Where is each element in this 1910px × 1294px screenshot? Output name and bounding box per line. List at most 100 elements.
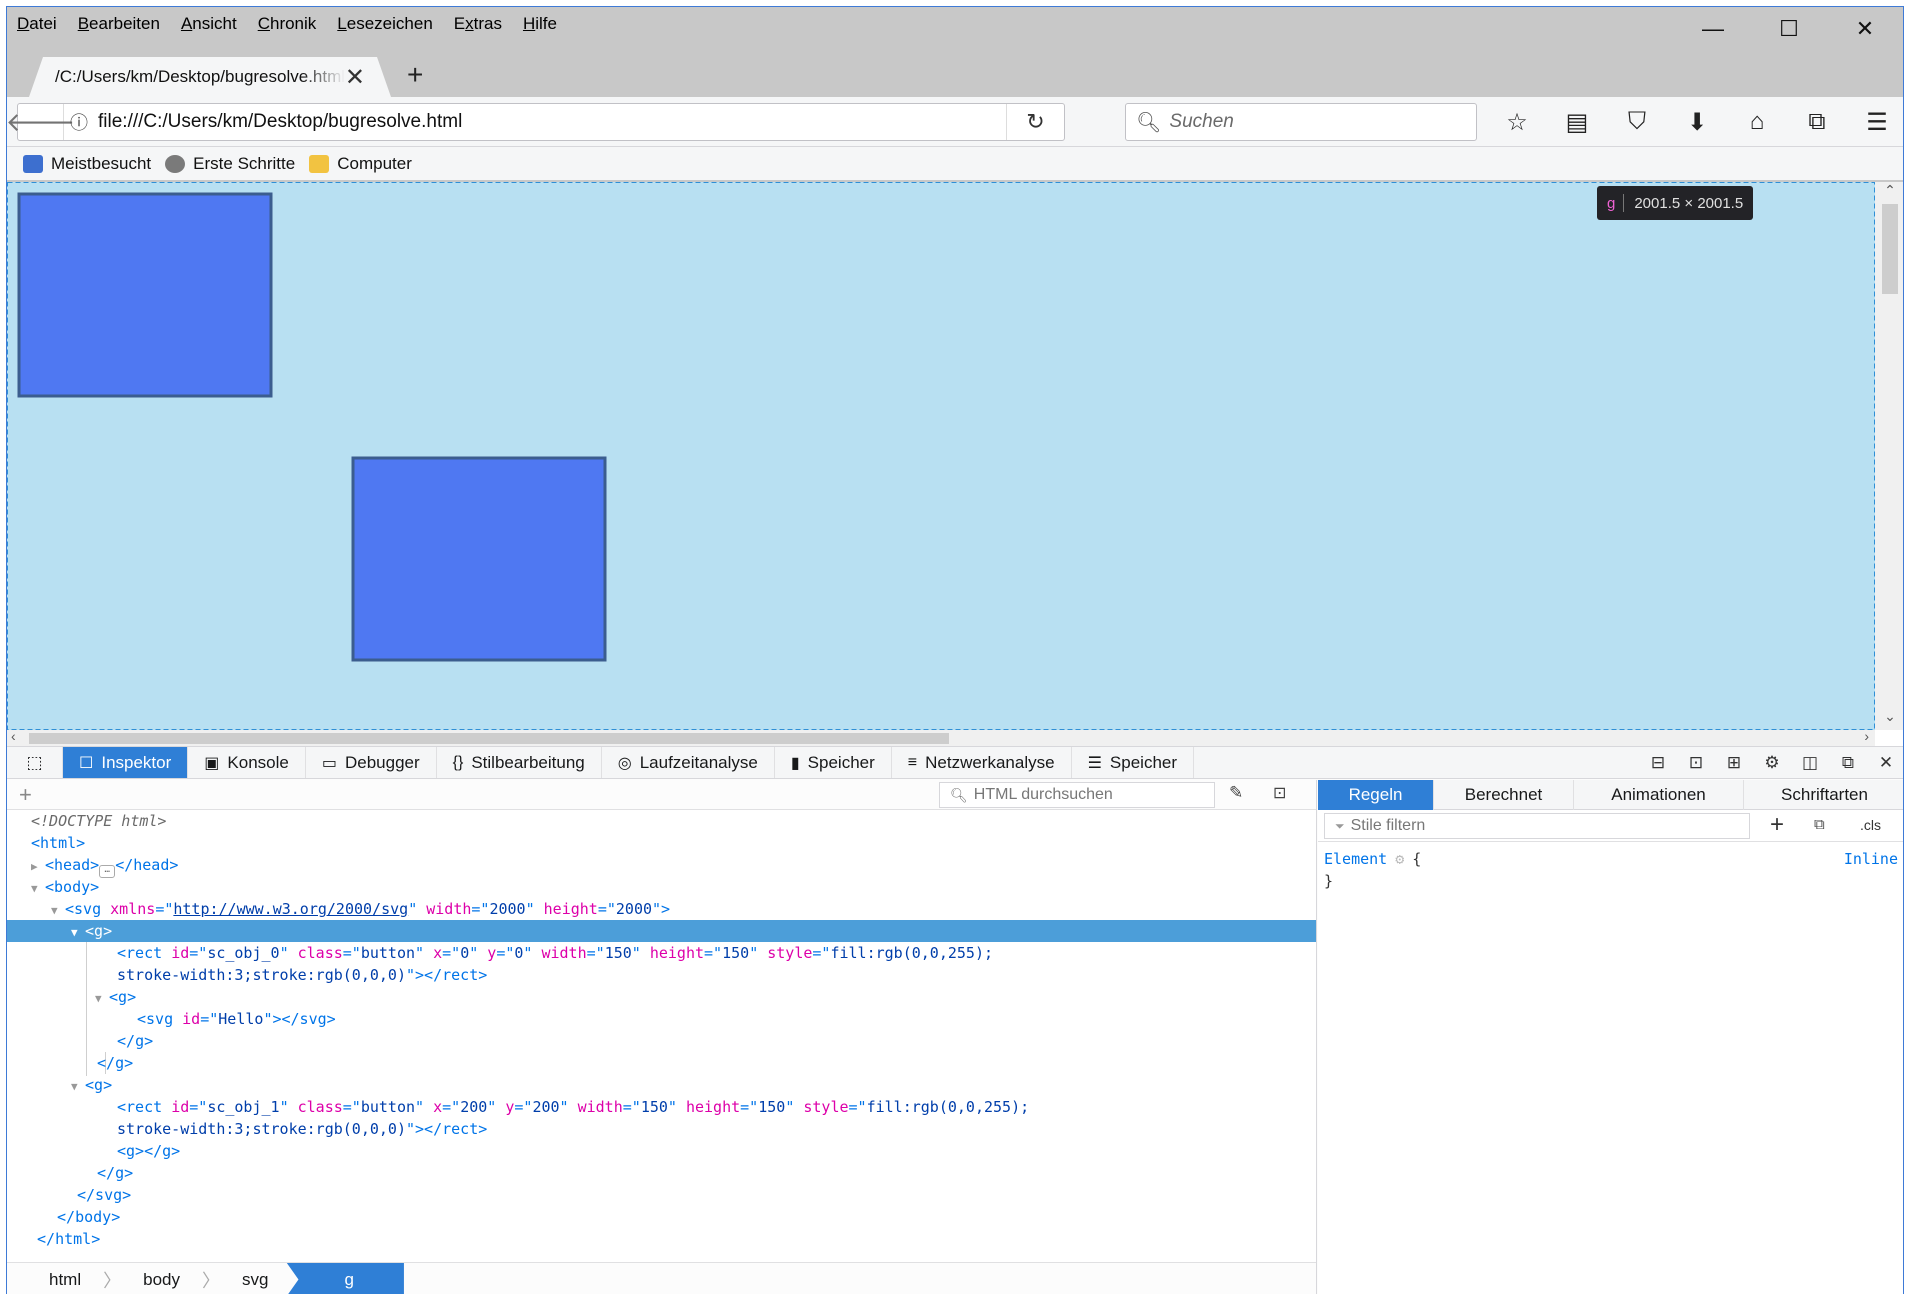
menu-lesezeichen[interactable]: Lesezeichen [337, 14, 432, 34]
menu-extras[interactable]: Extras [454, 14, 502, 34]
node-rect-sc-obj-1[interactable]: <rect id="sc_obj_1" class="button" x="20… [7, 1096, 1316, 1118]
browser-tab[interactable]: /C:/Users/km/Desktop/bugresolve.html ✕ [29, 57, 391, 97]
style-filter-input[interactable]: ⏷ Stile filtern [1324, 813, 1750, 839]
node-inner-g-close[interactable]: </g> [7, 1030, 1316, 1052]
node-g2-close[interactable]: </g> [7, 1162, 1316, 1184]
url-bar[interactable]: 🡐 ⓘ file:///C:/Users/km/Desktop/bugresol… [7, 103, 1065, 141]
search-input[interactable]: 🔍︎ Suchen [1125, 103, 1477, 141]
tab-regeln[interactable]: Regeln [1318, 780, 1434, 810]
rule-gear-icon[interactable]: ⚙ [1395, 850, 1404, 868]
add-node-button[interactable]: + [19, 782, 32, 808]
scroll-right-icon[interactable]: › [1864, 728, 1869, 744]
node-html-open[interactable]: <html> [7, 832, 1316, 854]
dock-side-icon[interactable]: ◫ [1791, 747, 1829, 779]
collapse-triangle-icon[interactable]: ▼ [95, 988, 109, 1010]
node-rect-sc-obj-1-cont[interactable]: stroke-width:3;stroke:rgb(0,0,0)"></rect… [7, 1118, 1316, 1140]
tab-stilbearbeitung[interactable]: {} Stilbearbeitung [437, 747, 602, 778]
breadcrumb-g[interactable]: g [286, 1262, 404, 1294]
tab-inspektor[interactable]: ☐ Inspektor [63, 747, 189, 778]
node-g2-open[interactable]: ▼ <g> [7, 1074, 1316, 1096]
horizontal-scrollbar[interactable]: ‹ › [7, 728, 1875, 746]
menu-bearbeiten[interactable]: Bearbeiten [78, 14, 160, 34]
url-text[interactable]: file:///C:/Users/km/Desktop/bugresolve.h… [94, 111, 1006, 133]
node-g-close[interactable]: </g> [7, 1052, 1316, 1074]
close-devtools-icon[interactable]: ✕ [1867, 747, 1903, 779]
node-svg-open[interactable]: ▼ <svg xmlns="http://www.w3.org/2000/svg"… [7, 898, 1316, 920]
tab-berechnet[interactable]: Berechnet [1434, 780, 1574, 810]
node-head[interactable]: ▶ <head>… </head> [7, 854, 1316, 878]
tab-netzwerkanalyse[interactable]: ≡ Netzwerkanalyse [892, 747, 1072, 778]
downloads-icon[interactable]: ⬇ [1667, 97, 1727, 147]
collapse-triangle-icon[interactable]: ▼ [31, 878, 45, 900]
frame-select-icon[interactable]: ⊟ [1639, 747, 1677, 779]
tab-speicher-memory[interactable]: ▮ Speicher [775, 747, 892, 778]
tab-close-icon[interactable]: ✕ [345, 63, 365, 92]
home-icon[interactable]: ⌂ [1727, 97, 1787, 147]
collapse-triangle-icon[interactable]: ▼ [51, 900, 65, 922]
node-rect-sc-obj-0[interactable]: <rect id="sc_obj_0" class="button" x="0"… [7, 942, 1316, 964]
node-doctype[interactable]: <!DOCTYPE html> [7, 810, 1316, 832]
tab-speicher-storage[interactable]: ☰ Speicher [1072, 747, 1195, 778]
scroll-down-icon[interactable]: ⌄ [1875, 708, 1903, 730]
rule-source-inline[interactable]: Inline [1844, 848, 1898, 870]
menu-datei[interactable]: Datei [17, 14, 57, 34]
screenshot-icon[interactable]: ⧉ [1787, 97, 1847, 147]
bookmark-star-icon[interactable]: ☆ [1487, 97, 1547, 147]
split-console-icon[interactable]: ⊡ [1677, 747, 1715, 779]
breadcrumb-html[interactable]: html [31, 1263, 99, 1294]
minimize-button[interactable]: — [1675, 7, 1751, 51]
vertical-scroll-thumb[interactable] [1882, 204, 1898, 294]
rule-selector[interactable]: Element [1324, 850, 1387, 868]
pseudo-class-toggle-icon[interactable]: ⧉ [1814, 816, 1825, 833]
expand-triangle-icon[interactable]: ▶ [31, 856, 45, 878]
close-window-button[interactable]: ✕ [1827, 7, 1903, 51]
menu-chronik[interactable]: Chronik [258, 14, 317, 34]
reader-list-icon[interactable]: ▤ [1547, 97, 1607, 147]
node-body-close[interactable]: </body> [7, 1206, 1316, 1228]
toggle-sidebar-icon[interactable]: ⊡ [1273, 783, 1286, 803]
scroll-left-icon[interactable]: ‹ [11, 728, 16, 744]
tab-debugger[interactable]: ▭ Debugger [306, 747, 437, 778]
maximize-button[interactable]: ☐ [1751, 7, 1827, 51]
new-tab-button[interactable]: + [407, 59, 423, 91]
horizontal-scroll-thumb[interactable] [29, 733, 949, 744]
bookmark-erste-schritte[interactable]: Erste Schritte [165, 154, 295, 174]
node-inner-svg-hello[interactable]: <svg id="Hello"></svg> [7, 1008, 1316, 1030]
vertical-scrollbar[interactable]: ⌃ ⌄ [1875, 182, 1903, 730]
collapse-triangle-icon[interactable]: ▼ [71, 1076, 85, 1098]
tab-konsole[interactable]: ▣ Konsole [188, 747, 306, 778]
menu-hilfe[interactable]: Hilfe [523, 14, 557, 34]
pocket-icon[interactable]: ⛉ [1607, 97, 1667, 147]
node-svg-close[interactable]: </svg> [7, 1184, 1316, 1206]
hamburger-menu-icon[interactable]: ☰ [1847, 97, 1903, 147]
add-rule-button[interactable]: + [1770, 811, 1784, 839]
rect-sc-obj-0[interactable] [17, 192, 273, 398]
node-html-close[interactable]: </html> [7, 1228, 1316, 1250]
tab-laufzeitanalyse[interactable]: ◎ Laufzeitanalyse [602, 747, 775, 778]
node-rect-sc-obj-0-cont[interactable]: stroke-width:3;stroke:rgb(0,0,0)"></rect… [7, 964, 1316, 986]
breadcrumb-body[interactable]: body [125, 1263, 198, 1294]
html-search-input[interactable]: 🔍︎ HTML durchsuchen [939, 782, 1215, 808]
tab-animationen[interactable]: Animationen [1574, 780, 1744, 810]
undock-window-icon[interactable]: ⧉ [1829, 747, 1867, 779]
breadcrumb-svg[interactable]: svg [224, 1263, 286, 1294]
responsive-design-icon[interactable]: ⊞ [1715, 747, 1753, 779]
menu-ansicht[interactable]: Ansicht [181, 14, 237, 34]
node-body-open[interactable]: ▼ <body> [7, 876, 1316, 898]
collapse-triangle-icon[interactable]: ▼ [71, 922, 85, 944]
rect-sc-obj-1[interactable] [351, 456, 607, 662]
tab-schriftarten[interactable]: Schriftarten [1744, 780, 1903, 810]
reload-button[interactable]: ↻ [1006, 104, 1064, 140]
node-g-selected[interactable]: ▼ <g> [7, 920, 1316, 942]
element-picker-icon[interactable]: ⬚ [7, 747, 63, 778]
node-inner-g-open[interactable]: ▼ <g> [7, 986, 1316, 1008]
bookmark-computer[interactable]: Computer [309, 154, 412, 174]
eyedropper-icon[interactable]: ✎ [1229, 783, 1243, 803]
bookmark-meistbesucht[interactable]: Meistbesucht [23, 154, 151, 174]
scroll-up-icon[interactable]: ⌃ [1875, 182, 1903, 204]
node-empty-g[interactable]: <g></g> [7, 1140, 1316, 1162]
info-icon[interactable]: ⓘ [64, 104, 94, 140]
cls-toggle-button[interactable]: .cls [1860, 817, 1881, 833]
back-button[interactable]: 🡐 [7, 104, 75, 140]
settings-gear-icon[interactable]: ⚙ [1753, 747, 1791, 779]
